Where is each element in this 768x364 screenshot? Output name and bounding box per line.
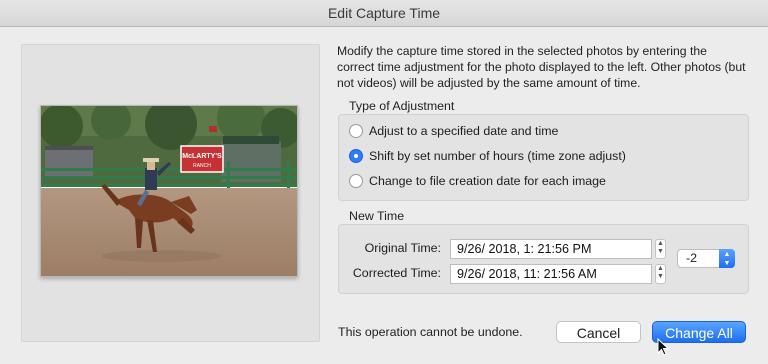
corrected-time-stepper[interactable]: ▲ ▼ [655,264,666,284]
chevron-down-icon: ▼ [657,273,664,280]
radio-shift-hours[interactable]: Shift by set number of hours (time zone … [349,147,626,165]
radio-label: Adjust to a specified date and time [369,124,559,138]
radio-button[interactable] [349,174,363,188]
original-time-field[interactable]: 9/26/ 2018, 1: 21:56 PM [450,239,652,259]
window-title: Edit Capture Time [327,5,441,21]
cancel-button[interactable]: Cancel [556,321,641,343]
sign-text: McLARTY'S [182,153,222,160]
up-down-chevron-icon: ▲ ▼ [719,249,735,268]
corrected-time-field[interactable]: 9/26/ 2018, 11: 21:56 AM [450,264,652,284]
hours-shift-select[interactable]: -2 ▲ ▼ [677,249,735,268]
sign-subtext: RANCH [193,163,211,169]
radio-file-creation-date[interactable]: Change to file creation date for each im… [349,172,606,190]
adjustment-heading: Type of Adjustment [349,99,455,113]
description-text: Modify the capture time stored in the se… [337,44,746,90]
chevron-down-icon: ▼ [657,248,664,255]
chevron-up-icon: ▲ [657,265,664,272]
chevron-up-icon: ▲ [657,240,664,247]
preview-photo: McLARTY'S RANCH [40,105,298,277]
undo-warning-text: This operation cannot be undone. [338,325,523,339]
radio-specified-date[interactable]: Adjust to a specified date and time [349,122,558,140]
corrected-time-label: Corrected Time: [352,266,441,280]
radio-label: Change to file creation date for each im… [369,174,606,188]
radio-button-selected[interactable] [349,149,363,163]
arrow-pointer-icon [657,338,669,356]
radio-button[interactable] [349,124,363,138]
radio-label: Shift by set number of hours (time zone … [369,149,626,163]
window-titlebar[interactable]: Edit Capture Time [0,0,768,27]
hours-shift-value: -2 [686,251,698,265]
original-time-stepper[interactable]: ▲ ▼ [655,239,666,259]
new-time-heading: New Time [349,209,405,223]
original-time-label: Original Time: [364,241,441,255]
